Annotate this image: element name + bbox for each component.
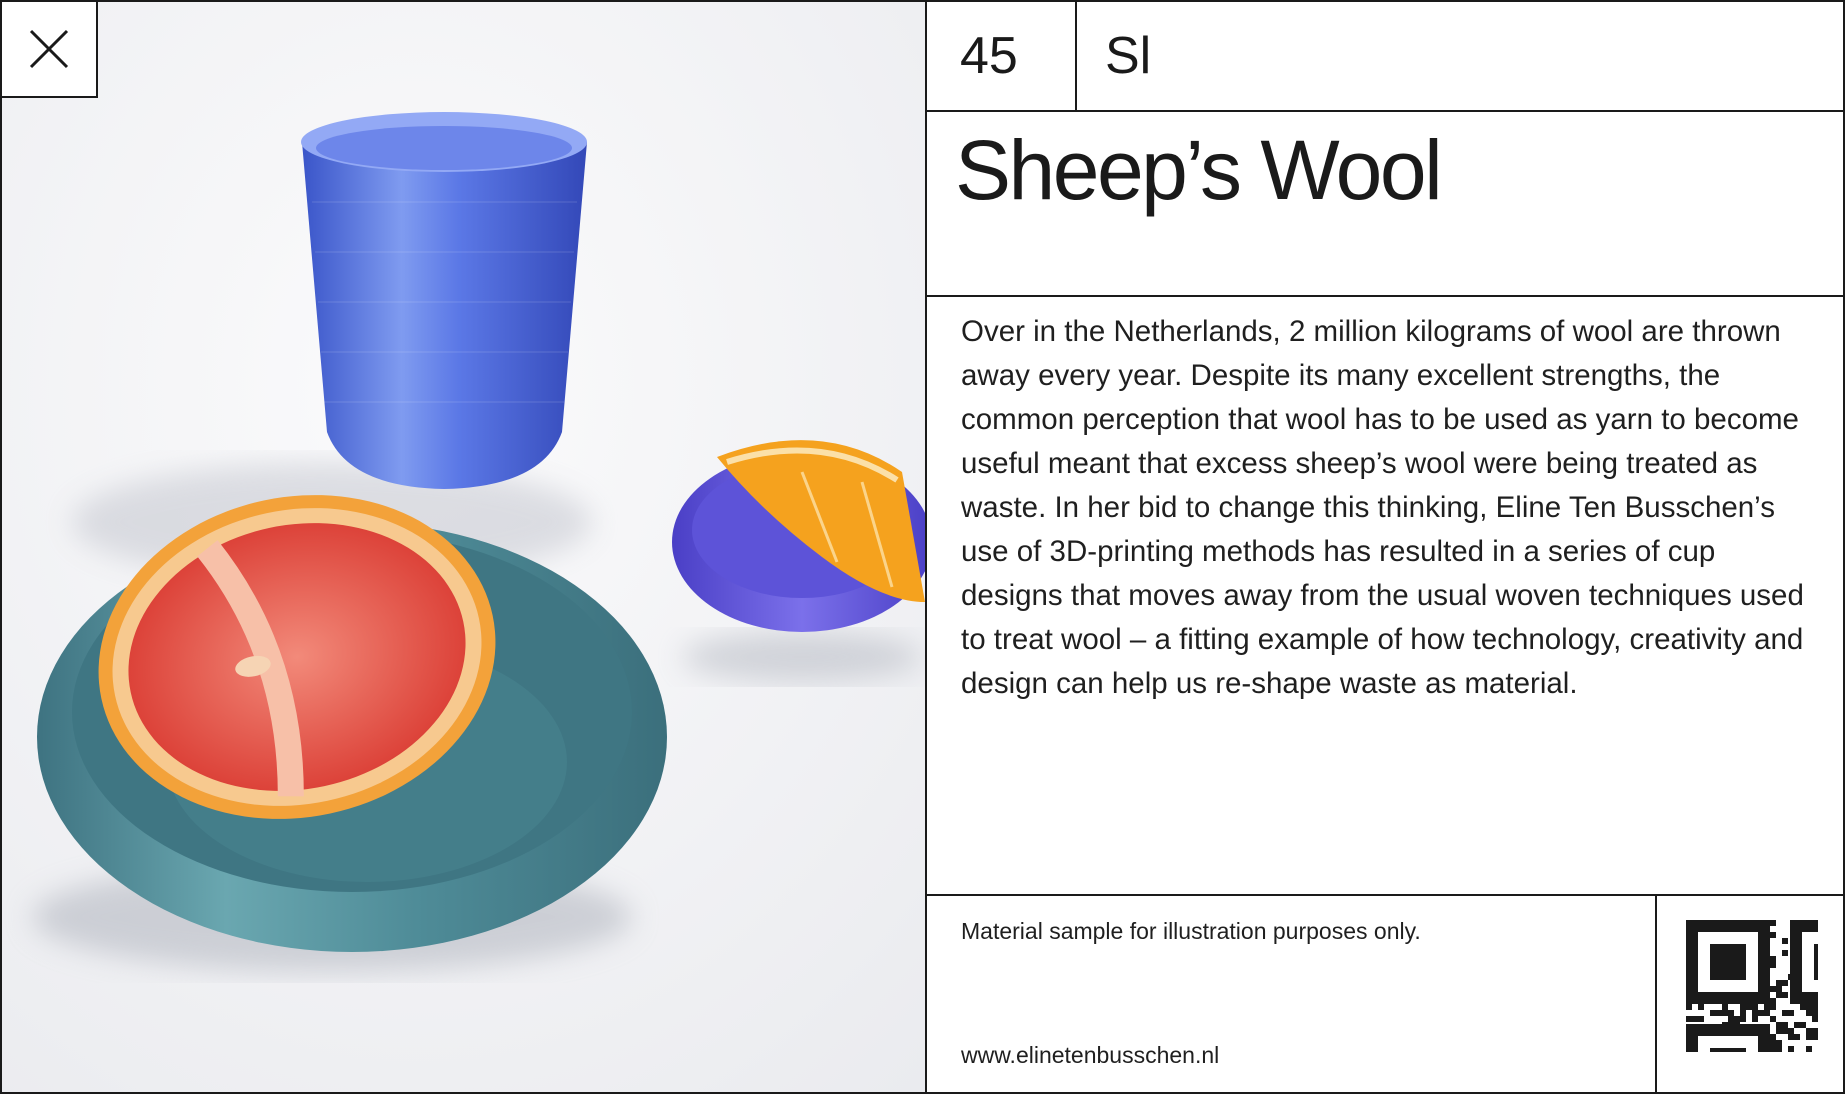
material-meta-row: 45 Sl xyxy=(927,2,1845,112)
card-footer: Material sample for illustration purpose… xyxy=(927,894,1845,1092)
title-row: Sheep’s Wool xyxy=(927,112,1845,297)
material-info-panel: 45 Sl Sheep’s Wool Over in the Netherlan… xyxy=(925,2,1845,1092)
material-title: Sheep’s Wool xyxy=(955,123,1443,217)
close-icon xyxy=(29,29,69,69)
website-link[interactable]: www.elinetenbusschen.nl xyxy=(961,1042,1219,1069)
disclaimer-text: Material sample for illustration purpose… xyxy=(961,918,1421,944)
qr-code-box xyxy=(1655,896,1845,1092)
material-card: 45 Sl Sheep’s Wool Over in the Netherlan… xyxy=(0,0,1845,1094)
qr-code-icon xyxy=(1686,920,1818,1052)
close-button[interactable] xyxy=(2,2,98,98)
product-photo-illustration xyxy=(2,2,925,1092)
material-description: Over in the Netherlands, 2 million kilog… xyxy=(961,315,1804,700)
material-photo xyxy=(2,2,925,1092)
material-code: Sl xyxy=(1105,27,1152,85)
material-number: 45 xyxy=(927,2,1077,110)
